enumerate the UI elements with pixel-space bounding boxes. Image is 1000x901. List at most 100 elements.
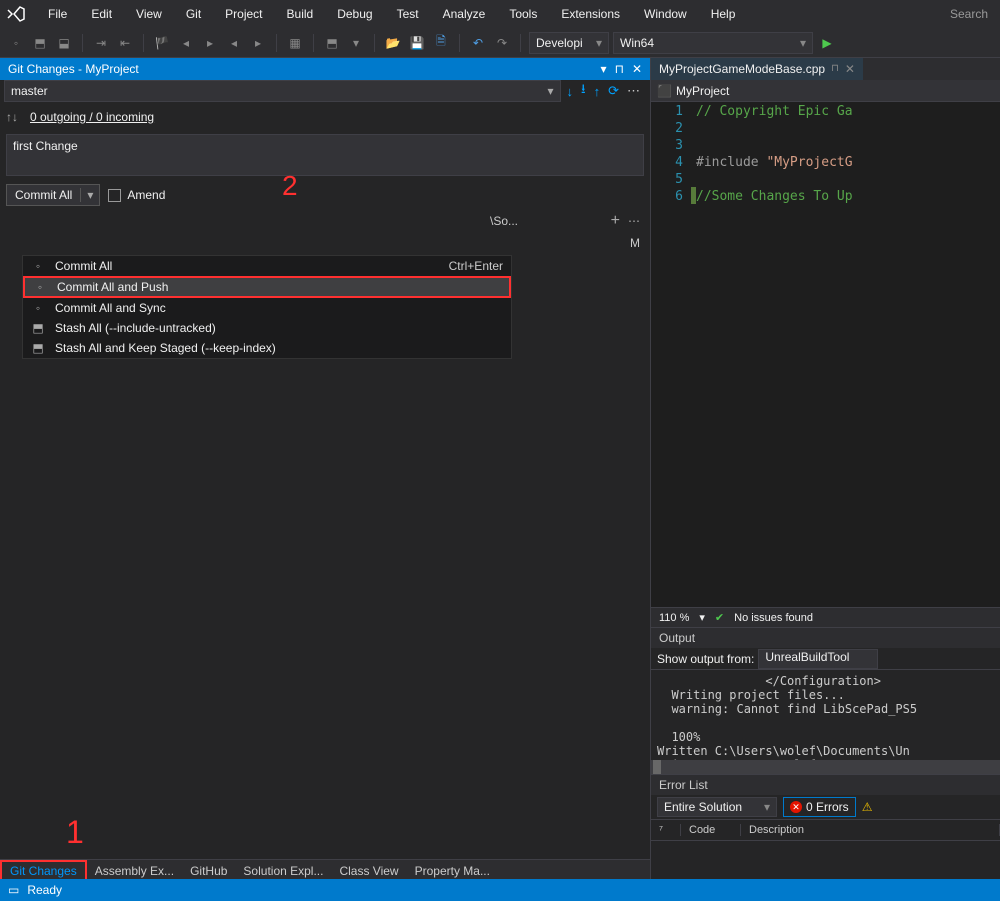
col-code[interactable]: Code (681, 824, 741, 836)
step2-icon[interactable]: ⇤ (115, 33, 135, 53)
menu-project[interactable]: Project (213, 0, 274, 28)
editor-tab[interactable]: MyProjectGameModeBase.cpp ⊓ ✕ (651, 58, 863, 80)
dd-label: Stash All and Keep Staged (--keep-index) (55, 341, 276, 355)
menu-git[interactable]: Git (174, 0, 213, 28)
new2-icon[interactable]: ▾ (346, 33, 366, 53)
editor-status: 110 % ▾ ✔ No issues found (651, 607, 1000, 627)
dd-stash-keep[interactable]: ⬒ Stash All and Keep Staged (--keep-inde… (23, 338, 511, 358)
sync-icon[interactable]: ⟳ (608, 83, 619, 99)
nav-icon[interactable]: ⬒ (30, 33, 50, 53)
nav2-icon[interactable]: ⬓ (54, 33, 74, 53)
col-description[interactable]: Description (741, 824, 1000, 836)
bm4-icon[interactable]: ◂ (224, 33, 244, 53)
fetch-icon[interactable]: ↓ (567, 84, 574, 99)
platform-label: Win64 (620, 36, 654, 50)
dd-label: Commit All and Sync (55, 301, 166, 315)
bm2-icon[interactable]: ◂ (176, 33, 196, 53)
file-status: M (630, 236, 640, 250)
error-columns: ⁷ Code Description (651, 819, 1000, 841)
save-icon[interactable]: 💾 (407, 33, 427, 53)
close-icon[interactable]: ✕ (632, 62, 642, 76)
error-scope-combo[interactable]: Entire Solution ▾ (657, 797, 777, 817)
menu-window[interactable]: Window (632, 0, 699, 28)
error-badge-icon: ✕ (790, 801, 802, 813)
platform-combo[interactable]: Win64 ▾ (613, 32, 813, 54)
separator (313, 34, 314, 52)
output-text[interactable]: </Configuration> Writing project files..… (651, 670, 1000, 760)
caret-icon[interactable]: ▾ (699, 611, 705, 624)
search-box[interactable]: Search (942, 7, 996, 21)
git-changes-pane: Git Changes - MyProject ▾ ⊓ ✕ master ▾ ↓… (0, 58, 650, 881)
stage-plus-icon[interactable]: + (611, 212, 620, 230)
scrollbar[interactable] (651, 760, 1000, 774)
pin-icon[interactable]: ⊓ (831, 58, 839, 80)
caret-icon: ▾ (548, 84, 554, 98)
close-icon[interactable]: ✕ (845, 58, 855, 80)
zoom-level[interactable]: 110 % (659, 612, 689, 624)
errors-filter-button[interactable]: ✕ 0 Errors (783, 797, 856, 817)
undo-icon[interactable]: ↶ (468, 33, 488, 53)
step-icon[interactable]: ⇥ (91, 33, 111, 53)
shortcut: Ctrl+Enter (449, 259, 503, 273)
menu-build[interactable]: Build (275, 0, 326, 28)
bm5-icon[interactable]: ▸ (248, 33, 268, 53)
col-icon[interactable]: ⁷ (651, 824, 681, 836)
bookmark-icon[interactable]: 🏴 (152, 33, 172, 53)
code-editor[interactable]: 123456 // Copyright Epic Ga #include "My… (651, 102, 1000, 607)
menu-edit[interactable]: Edit (79, 0, 124, 28)
commit-dropdown-toggle[interactable]: ▾ (80, 188, 99, 202)
bm3-icon[interactable]: ▸ (200, 33, 220, 53)
menu-help[interactable]: Help (699, 0, 748, 28)
output-source-combo[interactable]: UnrealBuildTool (758, 649, 878, 669)
line-gutter: 123456 (651, 102, 691, 607)
separator (276, 34, 277, 52)
error-rows (651, 841, 1000, 881)
more-icon[interactable]: ⋯ (628, 214, 640, 228)
commit-icon: ◦ (31, 301, 45, 315)
bottom-tabs: Git Changes Assembly Ex... GitHub Soluti… (0, 859, 650, 881)
commit-all-button[interactable]: Commit All ▾ (6, 184, 100, 206)
git-title-text: Git Changes - MyProject (8, 62, 139, 76)
commit-message-input[interactable]: first Change (6, 134, 644, 176)
menu-extensions[interactable]: Extensions (549, 0, 632, 28)
change-marker (691, 187, 696, 204)
redo-icon[interactable]: ↷ (492, 33, 512, 53)
separator (459, 34, 460, 52)
checkbox-icon (108, 189, 121, 202)
pin-icon[interactable]: ⊓ (615, 62, 624, 76)
dd-stash-all[interactable]: ⬒ Stash All (--include-untracked) (23, 318, 511, 338)
outgoing-link[interactable]: 0 outgoing / 0 incoming (22, 108, 162, 126)
separator (143, 34, 144, 52)
menu-analyze[interactable]: Analyze (431, 0, 498, 28)
menu-debug[interactable]: Debug (325, 0, 384, 28)
push-icon[interactable]: ↑ (594, 84, 601, 99)
amend-checkbox[interactable]: Amend (108, 188, 165, 202)
changes-file[interactable]: \So... (490, 214, 518, 228)
nav-project[interactable]: MyProject (676, 84, 729, 98)
warning-icon[interactable]: ⚠ (862, 800, 873, 814)
config-combo[interactable]: Developi ▾ (529, 32, 609, 54)
back-icon[interactable]: ◦ (6, 33, 26, 53)
annotation-2: 2 (282, 170, 298, 202)
dd-commit-all-sync[interactable]: ◦ Commit All and Sync (23, 298, 511, 318)
menu-file[interactable]: File (36, 0, 79, 28)
dd-label: Commit All and Push (57, 280, 168, 294)
pull-icon[interactable]: ⭳ (581, 80, 586, 102)
dropdown-icon[interactable]: ▾ (601, 62, 607, 76)
errorlist-title: Error List (651, 775, 1000, 795)
menu-tools[interactable]: Tools (497, 0, 549, 28)
separator (374, 34, 375, 52)
vs-logo-icon (4, 2, 28, 26)
menu-test[interactable]: Test (385, 0, 431, 28)
new-icon[interactable]: ⬒ (322, 33, 342, 53)
saveall-icon[interactable]: 🗎 (431, 33, 451, 53)
dd-commit-all[interactable]: ◦ Commit All Ctrl+Enter (23, 256, 511, 276)
dd-commit-all-push[interactable]: ◦ Commit All and Push (23, 276, 511, 298)
grid-icon[interactable]: ▦ (285, 33, 305, 53)
open-icon[interactable]: 📂 (383, 33, 403, 53)
branch-selector[interactable]: master ▾ (4, 80, 561, 102)
menu-view[interactable]: View (124, 0, 174, 28)
play-icon[interactable]: ▶ (817, 33, 837, 53)
more-icon[interactable]: ⋯ (627, 83, 640, 99)
updown-icon: ↑↓ (6, 110, 18, 124)
